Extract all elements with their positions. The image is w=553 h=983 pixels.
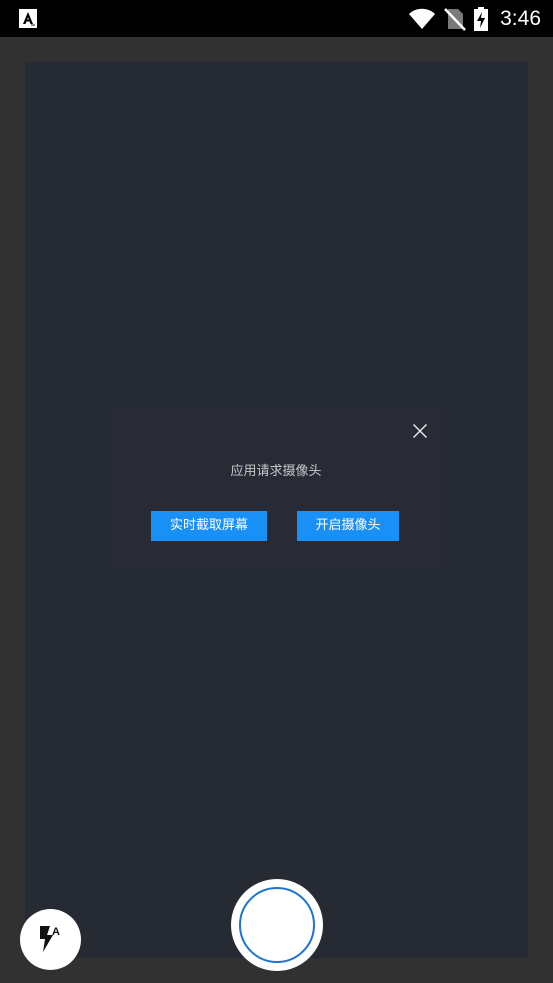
flash-auto-button[interactable]: A <box>20 909 81 970</box>
shutter-button[interactable] <box>231 879 323 971</box>
app-notification-icon <box>19 9 37 28</box>
status-icons: 3:46 <box>408 0 541 37</box>
status-time: 3:46 <box>500 6 541 30</box>
wifi-icon <box>409 8 436 29</box>
status-bar: 3:46 <box>0 0 553 37</box>
capture-screen-button[interactable]: 实时截取屏幕 <box>151 511 267 541</box>
close-icon[interactable] <box>412 423 428 439</box>
battery-charging-icon <box>474 6 489 31</box>
open-camera-button[interactable]: 开启摄像头 <box>297 511 399 541</box>
svg-text:A: A <box>52 926 60 938</box>
no-sim-icon <box>444 7 467 31</box>
flash-auto-icon: A <box>40 926 60 952</box>
camera-permission-dialog: 应用请求摄像头 实时截取屏幕 开启摄像头 <box>112 410 440 568</box>
shutter-icon <box>239 887 315 963</box>
dialog-message: 应用请求摄像头 <box>230 464 322 479</box>
